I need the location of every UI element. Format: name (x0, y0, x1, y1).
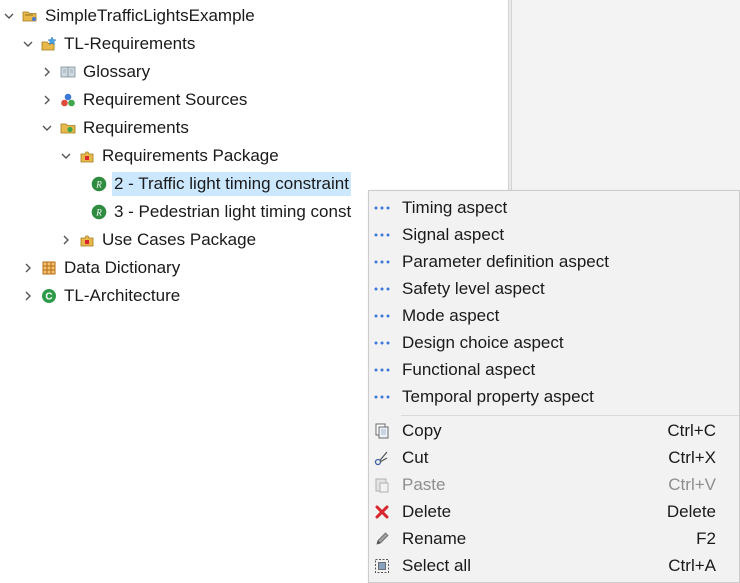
grid-icon (41, 260, 57, 276)
menu-item-label: Select all (402, 556, 471, 575)
menu-item-label: Functional aspect (402, 360, 536, 379)
shortcut-label: F2 (696, 529, 716, 548)
paste-icon (373, 476, 391, 494)
shortcut-label: Ctrl+X (668, 448, 716, 467)
aspect-dots-icon (373, 253, 391, 271)
aspect-dots-icon (373, 280, 391, 298)
tree-item-label: SimpleTrafficLightsExample (45, 6, 255, 25)
aspect-dots-icon (373, 307, 391, 325)
tree-item-label: Glossary (83, 62, 151, 81)
project-folder-icon (22, 8, 38, 24)
aspect-dots-icon (373, 199, 391, 217)
requirement-r-icon: R (91, 176, 107, 192)
svg-text:R: R (95, 180, 102, 190)
chevron-right-icon[interactable] (40, 65, 54, 79)
tree-item-use-cases-package[interactable]: Use Cases Package (59, 227, 258, 253)
chevron-down-icon[interactable] (59, 149, 73, 163)
copy-icon (373, 422, 391, 440)
tree-item-label: Requirements Package (102, 146, 279, 165)
menu-item-signal-aspect[interactable]: Signal aspect (369, 221, 739, 248)
tree-item-requirement-sources[interactable]: Requirement Sources (40, 87, 249, 113)
tree-item-label: Data Dictionary (64, 258, 181, 277)
tree-item-tl-architecture[interactable]: C TL-Architecture (21, 283, 182, 309)
menu-item-label: Safety level aspect (402, 279, 545, 298)
menu-item-mode-aspect[interactable]: Mode aspect (369, 302, 739, 329)
menu-item-timing-aspect[interactable]: Timing aspect (369, 194, 739, 221)
tree-item-root[interactable]: SimpleTrafficLightsExample (2, 3, 257, 29)
shortcut-label: Ctrl+C (667, 421, 716, 440)
tree-item-requirement-3[interactable]: R 3 - Pedestrian light timing const (91, 199, 353, 225)
tree-item-label: 2 - Traffic light timing constraint (112, 172, 351, 196)
menu-item-delete[interactable]: Delete Delete (369, 498, 739, 525)
menu-item-label: Cut (402, 448, 429, 467)
menu-item-functional-aspect[interactable]: Functional aspect (369, 356, 739, 383)
svg-text:R: R (95, 208, 102, 218)
menu-item-safety-level-aspect[interactable]: Safety level aspect (369, 275, 739, 302)
requirements-folder-icon (60, 120, 76, 136)
menu-item-parameter-definition-aspect[interactable]: Parameter definition aspect (369, 248, 739, 275)
tree-item-data-dictionary[interactable]: Data Dictionary (21, 255, 182, 281)
menu-item-cut[interactable]: Cut Ctrl+X (369, 444, 739, 471)
menu-item-temporal-property-aspect[interactable]: Temporal property aspect (369, 383, 739, 410)
menu-item-paste[interactable]: Paste Ctrl+V (369, 471, 739, 498)
tree-item-requirements[interactable]: Requirements (40, 115, 191, 141)
menu-item-label: Copy (402, 421, 442, 440)
chevron-right-icon[interactable] (40, 93, 54, 107)
pencil-icon (373, 530, 391, 548)
shortcut-label: Ctrl+V (668, 475, 716, 494)
shortcut-label: Ctrl+A (668, 556, 716, 575)
tree-item-label: 3 - Pedestrian light timing const (114, 202, 352, 221)
chevron-right-icon[interactable] (21, 289, 35, 303)
aspect-dots-icon (373, 388, 391, 406)
menu-item-label: Signal aspect (402, 225, 505, 244)
aspect-dots-icon (373, 334, 391, 352)
aspect-dots-icon (373, 361, 391, 379)
context-menu: Timing aspect Signal aspect Parameter de… (368, 190, 740, 583)
svg-text:C: C (45, 292, 52, 303)
sources-icon (60, 92, 76, 108)
menu-item-label: Design choice aspect (402, 333, 564, 352)
select-all-icon (373, 557, 391, 575)
menu-item-label: Timing aspect (402, 198, 508, 217)
menu-item-select-all[interactable]: Select all Ctrl+A (369, 552, 739, 579)
chevron-right-icon[interactable] (21, 261, 35, 275)
tree-item-label: Use Cases Package (102, 230, 257, 249)
tree-item-label: TL-Requirements (64, 34, 196, 53)
tree-item-label: TL-Architecture (64, 286, 181, 305)
menu-item-label: Paste (402, 475, 446, 494)
tree-item-requirements-package[interactable]: Requirements Package (59, 143, 281, 169)
chevron-down-icon[interactable] (2, 9, 16, 23)
star-folder-icon (41, 36, 57, 52)
architecture-c-icon: C (41, 288, 57, 304)
chevron-down-icon[interactable] (40, 121, 54, 135)
tree-item-glossary[interactable]: Glossary (40, 59, 152, 85)
aspect-dots-icon (373, 226, 391, 244)
menu-item-label: Rename (402, 529, 467, 548)
menu-item-rename[interactable]: Rename F2 (369, 525, 739, 552)
menu-item-label: Temporal property aspect (402, 387, 594, 406)
tree-item-requirement-2[interactable]: R 2 - Traffic light timing constraint (91, 171, 351, 197)
tree-item-tl-requirements[interactable]: TL-Requirements (21, 31, 197, 57)
chevron-right-icon[interactable] (59, 233, 73, 247)
menu-item-label: Delete (402, 502, 452, 521)
package-icon (79, 232, 95, 248)
book-icon (60, 64, 76, 80)
chevron-down-icon[interactable] (21, 37, 35, 51)
menu-item-label: Mode aspect (402, 306, 500, 325)
package-icon (79, 148, 95, 164)
delete-x-icon (373, 503, 391, 521)
tree-item-label: Requirement Sources (83, 90, 248, 109)
menu-separator (401, 415, 739, 416)
scissors-icon (373, 449, 391, 467)
requirement-r-icon: R (91, 204, 107, 220)
tree-item-label: Requirements (83, 118, 189, 137)
menu-item-design-choice-aspect[interactable]: Design choice aspect (369, 329, 739, 356)
shortcut-label: Delete (666, 502, 716, 521)
menu-item-label: Parameter definition aspect (402, 252, 609, 271)
menu-item-copy[interactable]: Copy Ctrl+C (369, 417, 739, 444)
